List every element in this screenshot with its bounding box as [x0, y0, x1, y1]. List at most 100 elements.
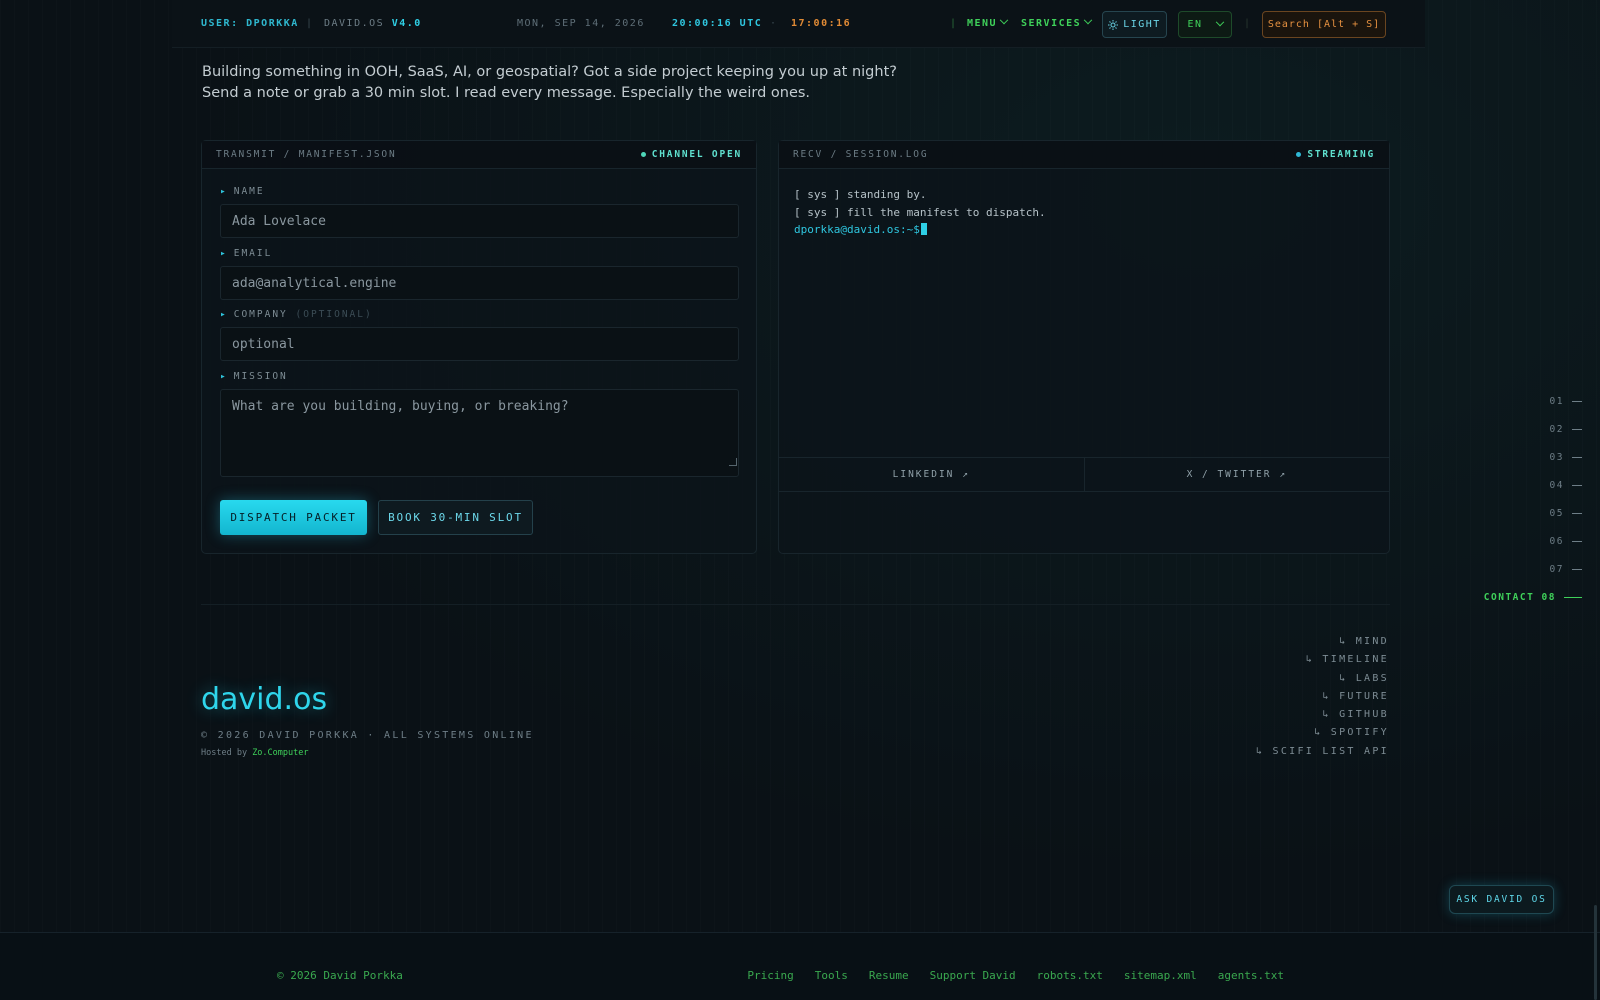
footer-link-timeline[interactable]: ↳ TIMELINE: [1256, 651, 1389, 669]
rail-dash: [1564, 597, 1582, 598]
intro-line-1: Building something in OOH, SaaS, AI, or …: [202, 64, 897, 80]
theme-toggle-button[interactable]: LIGHT: [1102, 11, 1167, 38]
language-select[interactable]: EN: [1178, 11, 1232, 38]
footer-link-scifi-api[interactable]: ↳ SCIFI LIST API: [1256, 743, 1389, 761]
session-log-panel: RECV / SESSION.LOG STREAMING [ sys ] sta…: [778, 140, 1390, 554]
dispatch-packet-button[interactable]: DISPATCH PACKET: [220, 500, 367, 535]
site-logo[interactable]: david.os: [201, 682, 327, 717]
chevron-down-icon: [1215, 17, 1224, 26]
status-dot-icon: [640, 152, 646, 157]
hosting-link[interactable]: Zo.Computer: [252, 748, 308, 758]
menu-dropdown[interactable]: MENU: [967, 15, 1009, 29]
rail-item-contact[interactable]: CONTACT 08: [1484, 592, 1582, 603]
twitter-link[interactable]: X / TWITTER ↗: [1083, 458, 1390, 491]
arrow-icon: ▸: [220, 186, 228, 197]
linkedin-link[interactable]: LINKEDIN ↗: [779, 458, 1084, 491]
company-field[interactable]: [220, 327, 739, 361]
form-panel-title: TRANSMIT / MANIFEST.JSON: [216, 149, 397, 160]
prompt-text: dporkka@david.os:~$: [794, 223, 920, 236]
channel-status-label: CHANNEL OPEN: [651, 149, 742, 160]
footer-link-spotify[interactable]: ↳ SPOTIFY: [1256, 724, 1389, 742]
footer-link-labs[interactable]: ↳ LABS: [1256, 670, 1389, 688]
tools-link[interactable]: Tools: [815, 969, 848, 982]
rail-item-03[interactable]: 03: [1550, 452, 1582, 463]
rail-dash: [1572, 485, 1582, 486]
streaming-status-label: STREAMING: [1307, 149, 1375, 160]
date-display: MON, SEP 14, 2026: [517, 18, 645, 29]
rail-item-02[interactable]: 02: [1550, 424, 1582, 435]
company-label: ▸ COMPANY (OPTIONAL): [220, 309, 373, 320]
mission-label: ▸ MISSION: [220, 371, 288, 382]
rail-label: 06: [1549, 536, 1564, 547]
services-label: SERVICES: [1021, 18, 1082, 29]
sun-icon: [1108, 19, 1119, 30]
rail-label: 01: [1549, 396, 1564, 407]
search-label: Search [Alt + S]: [1267, 19, 1381, 30]
streaming-status: STREAMING: [1296, 149, 1375, 160]
local-clock: 17:00:16: [791, 18, 852, 29]
rail-item-07[interactable]: 07: [1550, 564, 1582, 575]
clock-separator: ·: [770, 18, 778, 29]
search-button[interactable]: Search [Alt + S]: [1262, 11, 1386, 38]
name-label-text: NAME: [233, 186, 265, 197]
user-indicator: USER: DPORKKA: [201, 18, 299, 29]
footer-link-github[interactable]: ↳ GITHUB: [1256, 706, 1389, 724]
agents-link[interactable]: agents.txt: [1218, 969, 1284, 982]
rail-item-05[interactable]: 05: [1550, 508, 1582, 519]
name-label: ▸ NAME: [220, 186, 265, 197]
rail-dash: [1572, 457, 1582, 458]
rail-item-04[interactable]: 04: [1550, 480, 1582, 491]
resume-link[interactable]: Resume: [869, 969, 909, 982]
book-slot-button[interactable]: BOOK 30-MIN SLOT: [378, 500, 533, 535]
rail-label: 04: [1549, 480, 1564, 491]
footer-link-future[interactable]: ↳ FUTURE: [1256, 688, 1389, 706]
name-field[interactable]: [220, 204, 739, 238]
rail-item-06[interactable]: 06: [1550, 536, 1582, 547]
page-scrollbar[interactable]: [1594, 905, 1597, 1000]
footer-link-mind[interactable]: ↳ MIND: [1256, 633, 1389, 651]
support-link[interactable]: Support David: [930, 969, 1016, 982]
form-panel-header: TRANSMIT / MANIFEST.JSON CHANNEL OPEN: [202, 141, 756, 169]
rail-label: CONTACT 08: [1483, 592, 1556, 603]
company-label-text: COMPANY: [233, 309, 288, 320]
bottom-links: Pricing Tools Resume Support David robot…: [747, 969, 1284, 982]
rail-label: 07: [1549, 564, 1564, 575]
channel-status: CHANNEL OPEN: [640, 149, 742, 160]
chevron-down-icon: [999, 15, 1009, 25]
log-line: [ sys ] fill the manifest to dispatch.: [794, 205, 1046, 219]
robots-link[interactable]: robots.txt: [1037, 969, 1103, 982]
os-name: DAVID.OS: [324, 18, 385, 29]
terminal-prompt: dporkka@david.os:~$: [794, 221, 1046, 239]
sitemap-link[interactable]: sitemap.xml: [1124, 969, 1197, 982]
bottom-bar: © 2026 David Porkka Pricing Tools Resume…: [0, 932, 1600, 1000]
os-indicator: DAVID.OS V4.0: [324, 18, 422, 29]
status-dot-icon: [1296, 152, 1302, 157]
rail-label: 05: [1549, 508, 1564, 519]
email-label: ▸ EMAIL: [220, 248, 272, 259]
social-links: LINKEDIN ↗ X / TWITTER ↗: [779, 457, 1389, 492]
email-label-text: EMAIL: [233, 248, 273, 259]
pricing-link[interactable]: Pricing: [747, 969, 793, 982]
menu-label: MENU: [967, 18, 998, 29]
chevron-down-icon: [1083, 15, 1093, 25]
contact-form-panel: TRANSMIT / MANIFEST.JSON CHANNEL OPEN ▸ N…: [201, 140, 757, 554]
utc-clock: 20:00:16 UTC: [672, 18, 763, 29]
cursor: [920, 223, 927, 235]
session-log: [ sys ] standing by. [ sys ] fill the ma…: [794, 186, 1046, 239]
log-line: [ sys ] standing by.: [794, 188, 927, 201]
hosted-by: Hosted by Zo.Computer: [201, 748, 308, 758]
mission-label-text: MISSION: [233, 371, 288, 382]
rail-item-01[interactable]: 01: [1550, 396, 1582, 407]
mission-textarea[interactable]: [220, 389, 739, 477]
email-field[interactable]: [220, 266, 739, 300]
user-name: DPORKKA: [246, 18, 299, 29]
log-panel-header: RECV / SESSION.LOG STREAMING: [779, 141, 1389, 169]
bottom-copyright: © 2026 David Porkka: [277, 969, 403, 982]
resize-handle[interactable]: [729, 458, 737, 466]
ask-david-os-button[interactable]: ASK DAVID OS: [1449, 885, 1554, 914]
rail-dash: [1572, 401, 1582, 402]
rail-dash: [1572, 513, 1582, 514]
arrow-icon: ▸: [220, 309, 228, 320]
services-dropdown[interactable]: SERVICES: [1021, 15, 1093, 29]
rail-label: 03: [1549, 452, 1564, 463]
